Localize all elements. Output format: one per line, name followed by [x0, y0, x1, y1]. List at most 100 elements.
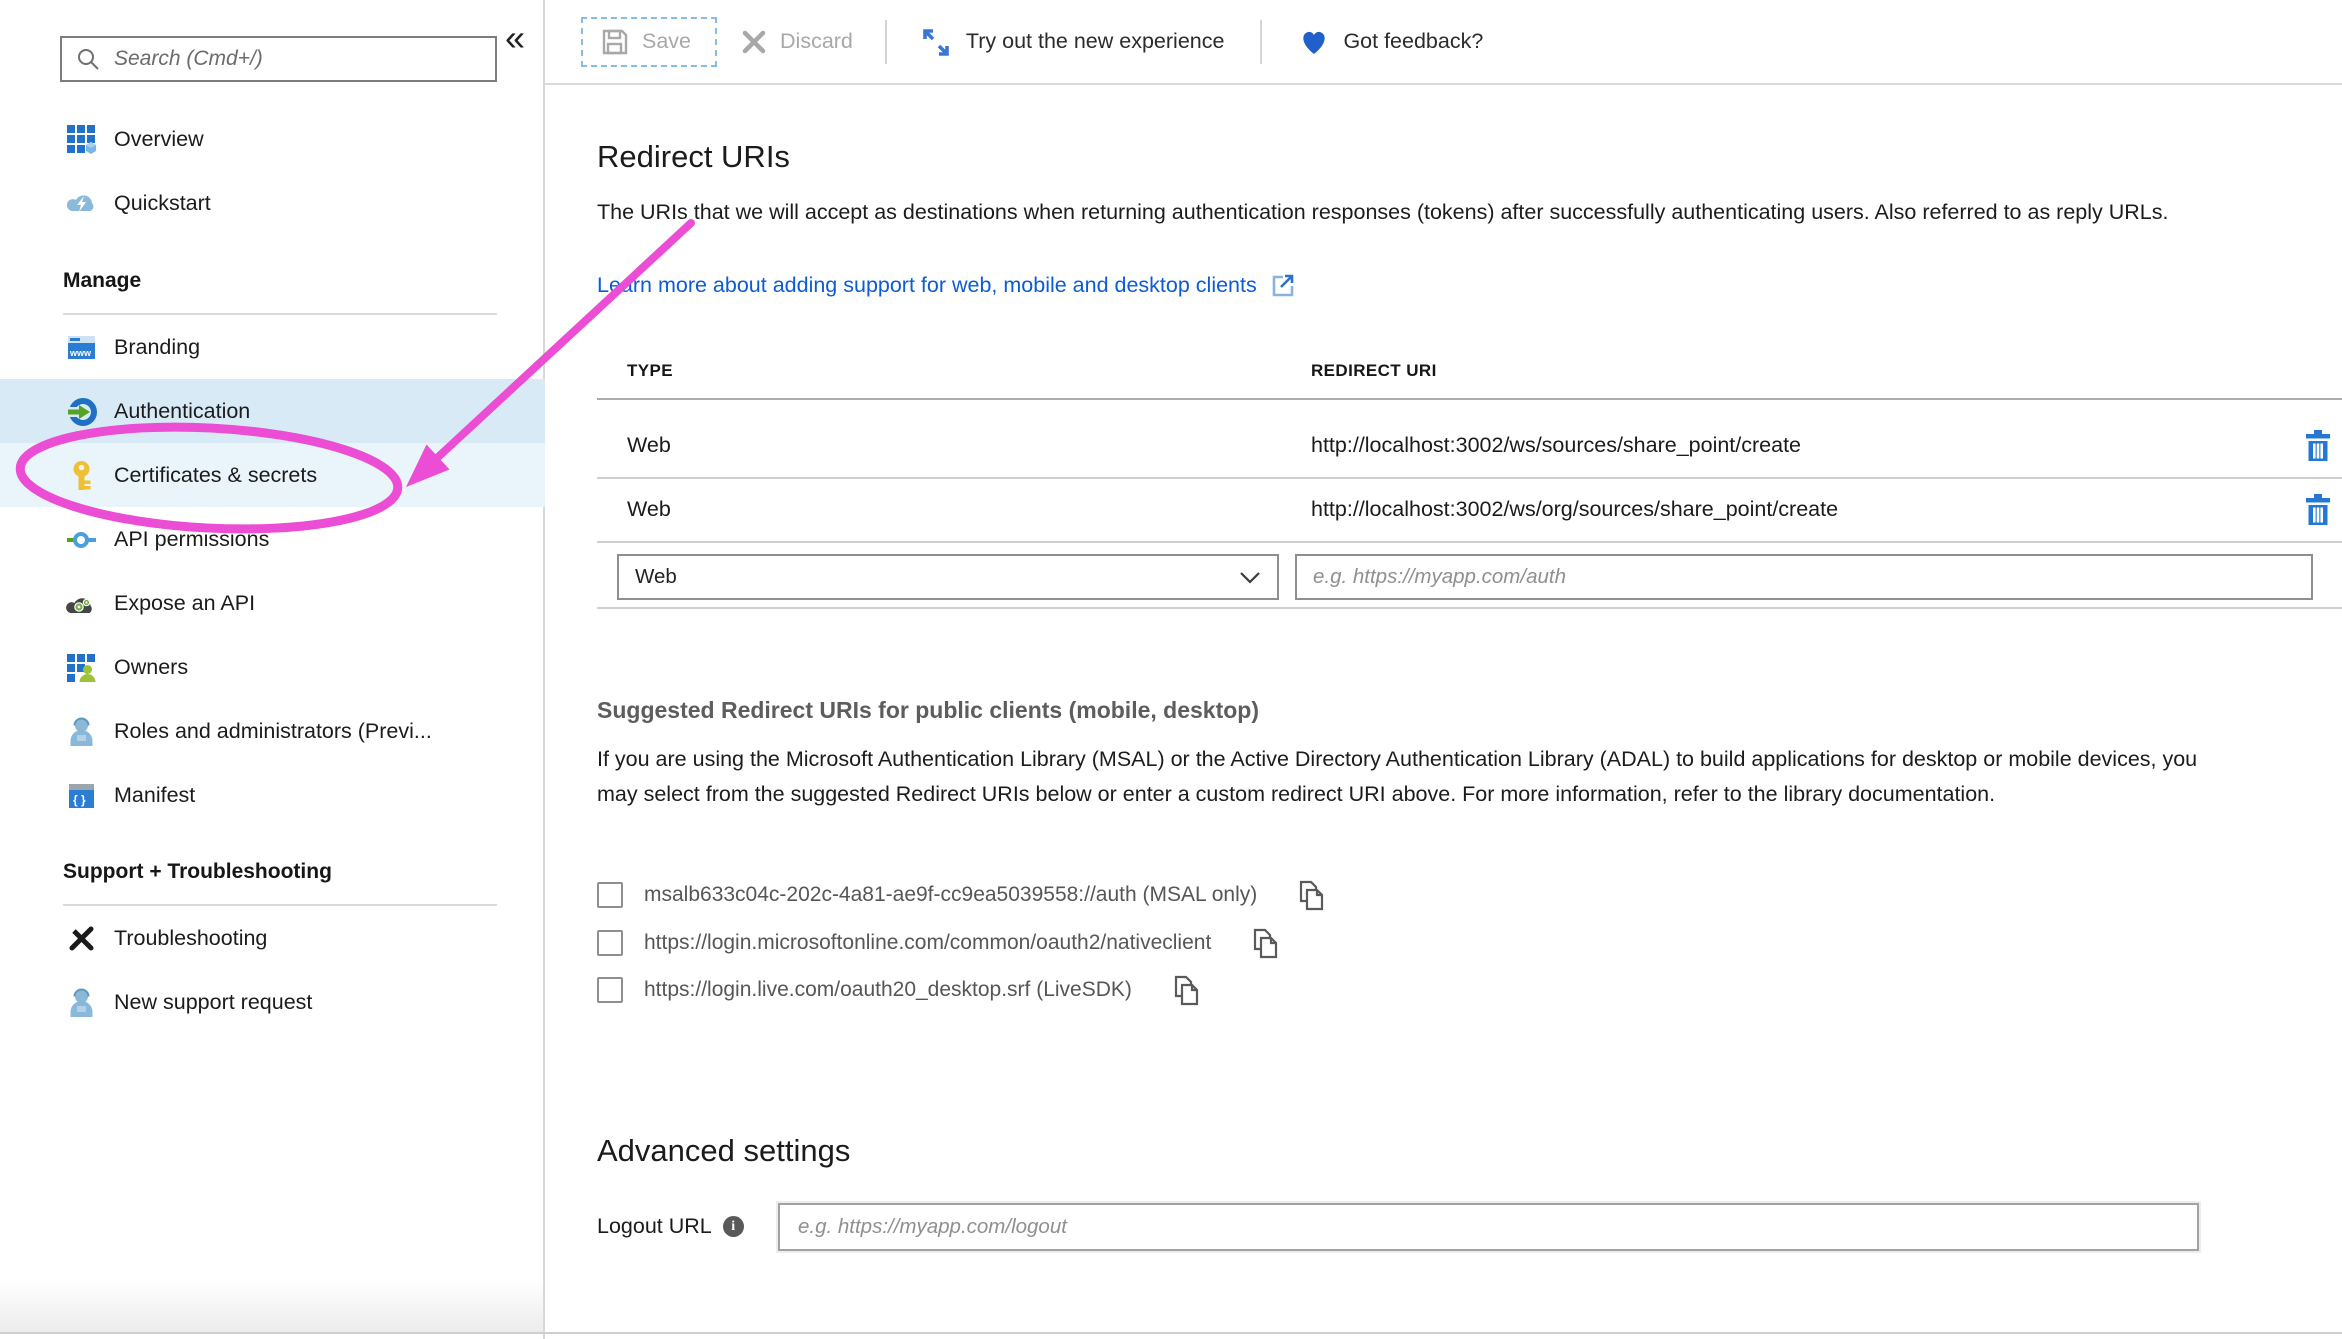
- page-bottom-divider: [0, 1332, 2342, 1334]
- copy-icon: [1298, 880, 1325, 911]
- logout-url-label-row: Logout URL i: [597, 1214, 744, 1239]
- suggested-uris-heading: Suggested Redirect URIs for public clien…: [597, 697, 1259, 724]
- try-new-experience-label: Try out the new experience: [966, 29, 1225, 54]
- save-button[interactable]: Save: [581, 17, 717, 67]
- suggested-uri-option: msalb633c04c-202c-4a81-ae9f-cc9ea5039558…: [597, 878, 1325, 912]
- suggested-uri-label: https://login.microsoftonline.com/common…: [644, 931, 1211, 955]
- copy-icon: [1173, 975, 1200, 1006]
- table-header-divider: [597, 398, 2342, 400]
- page-title: Redirect URIs: [597, 139, 790, 175]
- sidebar-item-branding[interactable]: www Branding: [0, 315, 545, 379]
- overview-icon: [66, 124, 97, 155]
- delete-uri-button[interactable]: [2304, 493, 2332, 526]
- discard-button[interactable]: Discard: [741, 29, 853, 55]
- redirect-uris-description: The URIs that we will accept as destinat…: [597, 196, 2342, 229]
- suggested-uri-label: https://login.live.com/oauth20_desktop.s…: [644, 978, 1132, 1002]
- discard-x-icon: [741, 29, 767, 55]
- sidebar-item-quickstart[interactable]: Quickstart: [0, 171, 545, 235]
- roles-administrators-icon: [66, 716, 97, 747]
- sidebar-item-certificates-secrets[interactable]: Certificates & secrets: [0, 443, 545, 507]
- advanced-settings-heading: Advanced settings: [597, 1133, 850, 1169]
- sidebar-search-box[interactable]: [60, 36, 497, 82]
- table-bottom-divider: [597, 607, 2342, 609]
- azure-app-registration-authentication-page: « Overview: [0, 0, 2342, 1339]
- troubleshooting-icon: [66, 923, 97, 954]
- suggested-uri-checkbox[interactable]: [597, 977, 623, 1003]
- sidebar-item-overview[interactable]: Overview: [0, 107, 545, 171]
- search-input[interactable]: [112, 46, 481, 72]
- external-link-icon: [1269, 272, 1296, 299]
- suggested-uri-checkbox[interactable]: [597, 930, 623, 956]
- key-icon: [66, 460, 97, 491]
- toolbar-separator: [1260, 20, 1262, 64]
- branding-icon: www: [66, 332, 97, 363]
- sidebar-item-label: Owners: [114, 655, 188, 680]
- table-row-uri: http://localhost:3002/ws/org/sources/sha…: [1311, 497, 1838, 522]
- svg-text:{ }: { }: [73, 793, 86, 807]
- suggested-uri-label: msalb633c04c-202c-4a81-ae9f-cc9ea5039558…: [644, 883, 1257, 907]
- got-feedback-button[interactable]: Got feedback?: [1298, 27, 1483, 57]
- copy-uri-button[interactable]: [1252, 928, 1279, 959]
- logout-url-input[interactable]: [778, 1203, 2199, 1251]
- sidebar: « Overview: [0, 0, 545, 1339]
- table-row-type: Web: [627, 497, 671, 522]
- discard-label: Discard: [780, 29, 853, 54]
- sidebar-item-label: Quickstart: [114, 191, 211, 216]
- collapse-sidebar-button[interactable]: «: [505, 20, 525, 56]
- got-feedback-label: Got feedback?: [1343, 29, 1483, 54]
- learn-more-link[interactable]: Learn more about adding support for web,…: [597, 272, 1296, 299]
- new-redirect-uri-input[interactable]: [1295, 554, 2313, 600]
- sidebar-item-manifest[interactable]: { } Manifest: [0, 763, 545, 827]
- try-new-experience-button[interactable]: Try out the new experience: [919, 25, 1225, 59]
- logout-url-label: Logout URL: [597, 1214, 712, 1239]
- sidebar-item-label: Authentication: [114, 399, 250, 424]
- table-row-divider: [597, 477, 2342, 479]
- sidebar-item-troubleshooting[interactable]: Troubleshooting: [0, 906, 545, 970]
- sidebar-item-authentication[interactable]: Authentication: [0, 379, 545, 443]
- sidebar-section-support: Support + Troubleshooting: [63, 860, 332, 884]
- sidebar-item-label: Manifest: [114, 783, 195, 808]
- learn-more-label: Learn more about adding support for web,…: [597, 273, 1257, 298]
- info-icon[interactable]: i: [723, 1216, 744, 1237]
- suggested-uri-checkbox[interactable]: [597, 882, 623, 908]
- sidebar-item-owners[interactable]: Owners: [0, 635, 545, 699]
- toolbar-separator: [885, 20, 887, 64]
- sidebar-item-label: Roles and administrators (Previ...: [114, 719, 432, 744]
- suggested-uris-description: If you are using the Microsoft Authentic…: [597, 742, 2212, 812]
- copy-uri-button[interactable]: [1173, 975, 1200, 1006]
- redirect-type-selected-value: Web: [635, 565, 677, 589]
- save-label: Save: [642, 29, 691, 54]
- copy-uri-button[interactable]: [1298, 880, 1325, 911]
- command-bar: Save Discard Try out the new experience: [545, 0, 2342, 85]
- column-header-redirect-uri: REDIRECT URI: [1311, 361, 1437, 381]
- delete-uri-button[interactable]: [2304, 429, 2332, 462]
- manifest-icon: { }: [66, 780, 97, 811]
- table-row-type: Web: [627, 433, 671, 458]
- copy-icon: [1252, 928, 1279, 959]
- support-person-icon: [66, 987, 97, 1018]
- sidebar-item-expose-api[interactable]: Expose an API: [0, 571, 545, 635]
- sidebar-item-label: API permissions: [114, 527, 269, 552]
- suggested-uri-option: https://login.live.com/oauth20_desktop.s…: [597, 973, 1200, 1007]
- trash-icon: [2304, 493, 2332, 526]
- quickstart-icon: [66, 188, 97, 219]
- svg-text:www: www: [69, 348, 92, 358]
- table-row-divider: [597, 541, 2342, 543]
- diagonal-arrows-icon: [919, 25, 953, 59]
- api-permissions-icon: [66, 524, 97, 555]
- sidebar-scroll-fade: [0, 1280, 543, 1332]
- trash-icon: [2304, 429, 2332, 462]
- redirect-type-select[interactable]: Web: [617, 554, 1279, 600]
- chevron-down-icon: [1239, 571, 1261, 584]
- sidebar-item-label: Branding: [114, 335, 200, 360]
- sidebar-item-roles-administrators[interactable]: Roles and administrators (Previ...: [0, 699, 545, 763]
- sidebar-item-new-support-request[interactable]: New support request: [0, 970, 545, 1034]
- sidebar-item-label: Certificates & secrets: [114, 463, 317, 488]
- table-row-uri: http://localhost:3002/ws/sources/share_p…: [1311, 433, 1801, 458]
- sidebar-item-label: Troubleshooting: [114, 926, 267, 951]
- suggested-uri-option: https://login.microsoftonline.com/common…: [597, 926, 1279, 960]
- sidebar-item-label: Overview: [114, 127, 204, 152]
- sidebar-section-manage: Manage: [63, 269, 141, 293]
- search-icon: [76, 47, 100, 71]
- sidebar-item-api-permissions[interactable]: API permissions: [0, 507, 545, 571]
